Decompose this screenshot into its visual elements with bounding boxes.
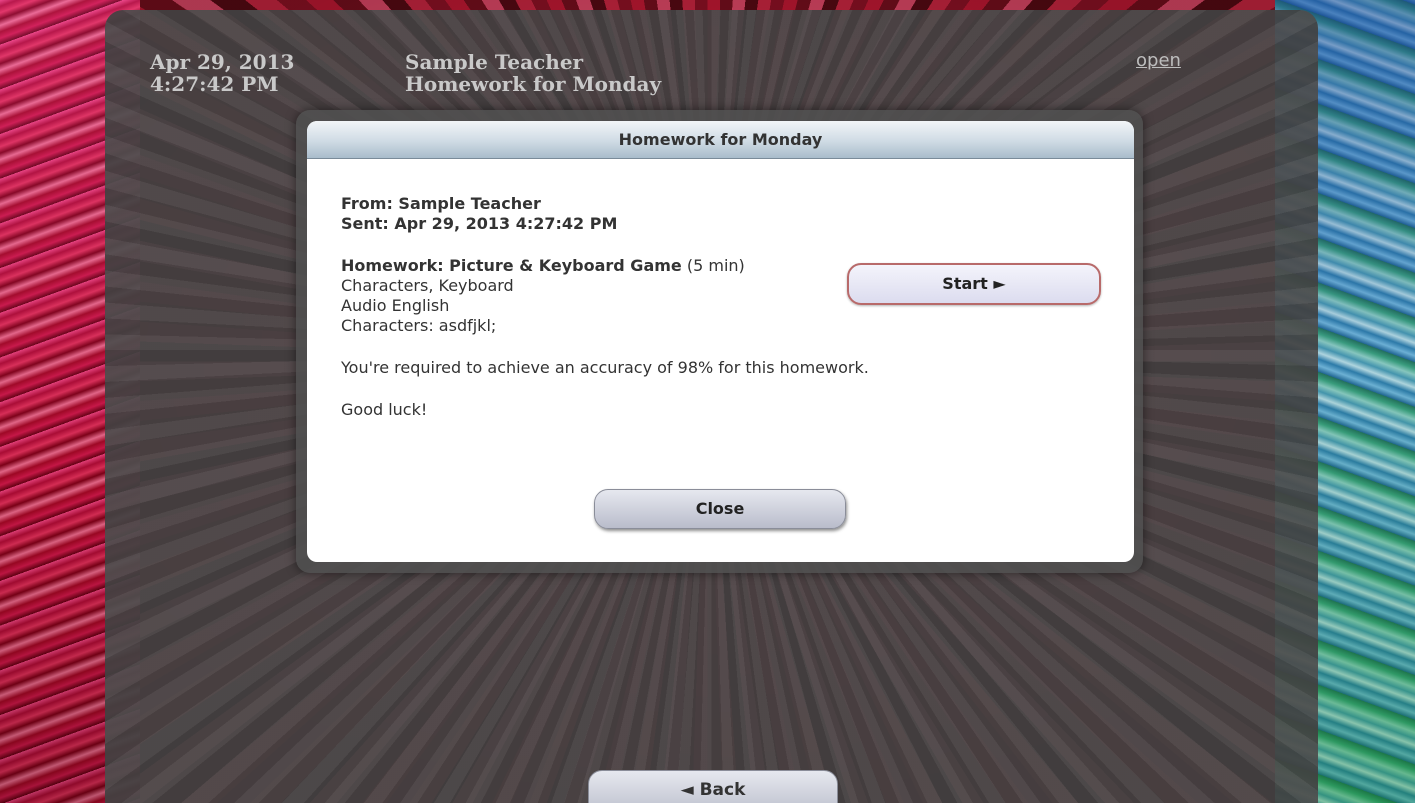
message-time: 4:27:42 PM xyxy=(150,72,279,96)
message-date-block: Apr 29, 2013 4:27:42 PM xyxy=(150,51,294,95)
message-subject: Homework for Monday xyxy=(405,72,662,96)
homework-dialog: Homework for Monday From: Sample Teacher… xyxy=(307,121,1134,562)
dialog-title: Homework for Monday xyxy=(307,121,1134,159)
from-line: From: Sample Teacher xyxy=(341,194,541,213)
message-sender: Sample Teacher xyxy=(405,50,584,74)
sign-off: Good luck! xyxy=(341,400,428,419)
message-date: Apr 29, 2013 xyxy=(150,50,295,74)
start-button[interactable]: Start ► xyxy=(847,263,1101,305)
homework-name: Homework: Picture & Keyboard Game xyxy=(341,256,682,275)
homework-detail: Characters: asdfjkl; xyxy=(341,316,497,335)
homework-duration: (5 min) xyxy=(681,256,745,275)
accuracy-requirement: You're required to achieve an accuracy o… xyxy=(341,358,869,377)
close-button[interactable]: Close xyxy=(594,489,846,529)
app-background: Apr 29, 2013 4:27:42 PM Sample Teacher H… xyxy=(0,0,1415,803)
open-link[interactable]: open xyxy=(1136,50,1181,71)
message-sender-block: Sample Teacher Homework for Monday xyxy=(405,51,661,95)
back-button[interactable]: ◄ Back xyxy=(588,770,838,803)
sent-line: Sent: Apr 29, 2013 4:27:42 PM xyxy=(341,214,618,233)
